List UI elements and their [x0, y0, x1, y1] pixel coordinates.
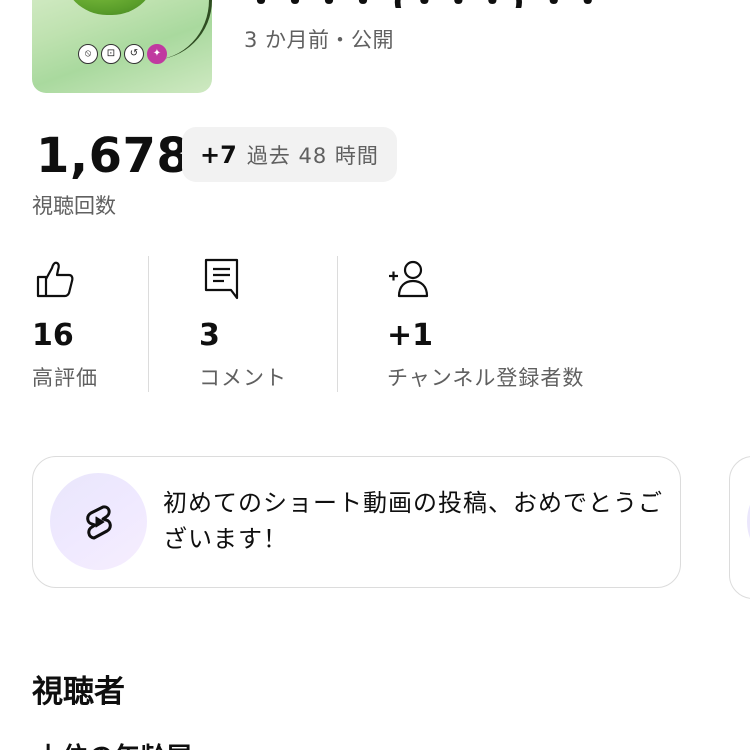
shorts-icon-circle	[50, 473, 147, 570]
thumbs-up-icon	[36, 261, 74, 298]
add-subscriber-icon	[389, 260, 429, 298]
congrats-message: 初めてのショート動画の投稿、おめでとうございます！	[163, 489, 663, 553]
video-meta: 3 か月前・公開	[244, 28, 395, 52]
audience-section-title: 視聴者	[32, 674, 125, 710]
stat-subscribers-label: チャンネル登録者数	[387, 366, 585, 390]
views-count: 1,678	[36, 128, 191, 184]
stat-subscribers: +1 チャンネル登録者数	[387, 256, 583, 390]
thumbnail-badge-icon: ⊡	[101, 44, 121, 64]
sparkle-icon: ✦	[147, 44, 167, 64]
stat-likes-label: 高評価	[32, 366, 98, 390]
video-title[interactable]: ・・・・ (・・・) ・・	[244, 0, 724, 8]
stat-comments-label: コメント	[199, 366, 287, 390]
thumbnail-badges: ⦸ ⊡ ↺ ✦	[78, 44, 167, 64]
thumbnail-badge-icon: ⦸	[78, 44, 98, 64]
stat-likes: 16 高評価	[32, 256, 97, 390]
next-card-peek[interactable]	[729, 456, 750, 599]
stat-comments: 3 コメント	[199, 256, 286, 390]
stat-comments-value: 3	[199, 318, 220, 353]
views-delta-value: +7	[200, 140, 237, 169]
shorts-icon	[85, 504, 112, 539]
video-thumbnail[interactable]: ⦸ ⊡ ↺ ✦	[32, 0, 212, 93]
stat-subscribers-value: +1	[387, 318, 434, 353]
views-delta-label: 過去 48 時間	[246, 143, 379, 168]
stat-likes-value: 16	[32, 318, 74, 353]
views-label: 視聴回数	[32, 194, 116, 218]
comment-icon	[204, 258, 239, 300]
analytics-page: ⦸ ⊡ ↺ ✦ ・・・・ (・・・) ・・ 3 か月前・公開 1,678 +7 …	[0, 0, 750, 750]
stat-divider	[337, 256, 338, 392]
thumbnail-leaf-art	[62, 0, 157, 15]
stat-divider	[148, 256, 149, 392]
thumbnail-badge-icon: ↺	[124, 44, 144, 64]
congrats-card[interactable]: 初めてのショート動画の投稿、おめでとうございます！	[32, 456, 681, 588]
views-delta-pill: +7 過去 48 時間	[182, 127, 397, 182]
audience-subtitle: 上位の年齢層	[36, 740, 436, 750]
